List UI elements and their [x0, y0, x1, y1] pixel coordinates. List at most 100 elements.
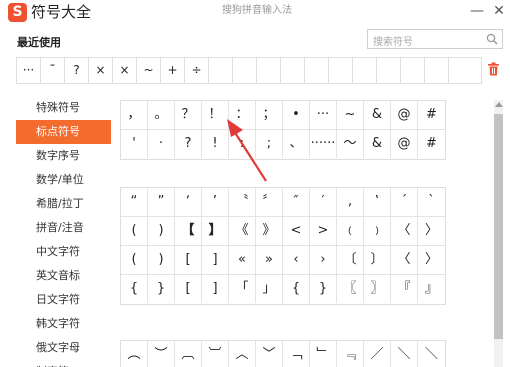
symbol-cell[interactable]: @ [391, 130, 418, 158]
symbol-cell[interactable]: 〉 [418, 246, 445, 274]
symbol-cell[interactable]: 〞 [256, 188, 283, 216]
symbol-cell[interactable]: ‚ [337, 188, 364, 216]
symbol-cell[interactable]: 《 [229, 217, 256, 245]
scroll-thumb[interactable] [494, 114, 503, 339]
recent-symbol-cell[interactable] [329, 58, 353, 83]
recent-symbol-cell[interactable] [257, 58, 281, 83]
symbol-cell[interactable]: 】 [202, 217, 229, 245]
symbol-cell[interactable]: > [310, 217, 337, 245]
symbol-cell[interactable]: # [418, 130, 445, 158]
symbol-cell[interactable]: ﹃ [337, 341, 364, 367]
symbol-cell[interactable]: ( [121, 246, 148, 274]
symbol-cell[interactable]: » [256, 246, 283, 274]
symbol-cell[interactable]: ? [175, 130, 202, 158]
symbol-cell[interactable]: ; [256, 130, 283, 158]
symbol-cell[interactable]: 【 [175, 217, 202, 245]
sidebar-item[interactable]: 希腊/拉丁 [16, 192, 111, 216]
recent-symbol-cell[interactable] [281, 58, 305, 83]
recent-symbol-cell[interactable]: ~ [137, 58, 161, 83]
symbol-cell[interactable]: 。 [148, 101, 175, 129]
recent-symbol-cell[interactable] [425, 58, 449, 83]
symbol-cell[interactable]: 「 [229, 275, 256, 303]
sidebar-item[interactable]: 韩文字符 [16, 312, 111, 336]
symbol-cell[interactable]: ： [229, 101, 256, 129]
symbol-cell[interactable]: ︵ [121, 341, 148, 367]
symbol-cell[interactable]: ＼ [418, 341, 445, 367]
recent-symbol-cell[interactable] [233, 58, 257, 83]
recent-symbol-cell[interactable]: × [89, 58, 113, 83]
recent-symbol-cell[interactable] [401, 58, 425, 83]
search-input[interactable]: 搜索符号 [367, 29, 503, 49]
symbol-cell[interactable]: ) [148, 246, 175, 274]
symbol-cell[interactable]: ︶ [148, 341, 175, 367]
symbol-cell[interactable]: ； [256, 101, 283, 129]
sidebar-item[interactable]: 数学/单位 [16, 168, 111, 192]
recent-symbol-cell[interactable]: ˜ [41, 58, 65, 83]
trash-icon[interactable] [487, 62, 500, 76]
symbol-cell[interactable]: ] [202, 275, 229, 303]
sidebar-item[interactable]: 数字序号 [16, 144, 111, 168]
symbol-cell[interactable]: 〕 [364, 246, 391, 274]
search-icon[interactable] [486, 33, 498, 45]
symbol-cell[interactable]: ， [121, 101, 148, 129]
scroll-up-arrow-icon[interactable] [495, 102, 503, 107]
symbol-cell[interactable]: 〔 [337, 246, 364, 274]
symbol-cell[interactable]: ＼ [391, 341, 418, 367]
symbol-cell[interactable]: ··· [310, 101, 337, 129]
symbol-cell[interactable]: 〉 [418, 217, 445, 245]
symbol-cell[interactable]: ” [148, 188, 175, 216]
symbol-cell[interactable]: ] [202, 246, 229, 274]
symbol-cell[interactable]: & [364, 101, 391, 129]
recent-symbol-cell[interactable] [377, 58, 401, 83]
symbol-cell[interactable]: 〈 [391, 217, 418, 245]
symbol-cell[interactable]: ‹ [283, 246, 310, 274]
symbol-cell[interactable]: ～ [337, 130, 364, 158]
symbol-cell[interactable]: ······ [310, 130, 337, 158]
symbol-cell[interactable]: [ [175, 246, 202, 274]
symbol-cell[interactable]: { [283, 275, 310, 303]
symbol-cell[interactable]: 」 [256, 275, 283, 303]
recent-symbol-cell[interactable] [353, 58, 377, 83]
symbol-cell[interactable]: « [229, 246, 256, 274]
symbol-cell[interactable]: ′ [310, 188, 337, 216]
sidebar-item[interactable]: 日文字符 [16, 288, 111, 312]
symbol-cell[interactable]: 『 [391, 275, 418, 303]
symbol-cell[interactable]: ˋ [418, 188, 445, 216]
symbol-cell[interactable]: ( [121, 217, 148, 245]
sidebar-item[interactable]: 特殊符号 [16, 96, 111, 120]
symbol-cell[interactable]: ' [121, 130, 148, 158]
symbol-cell[interactable]: ？ [175, 101, 202, 129]
symbol-cell[interactable]: @ [391, 101, 418, 129]
symbol-cell[interactable]: ／ [364, 341, 391, 367]
symbol-cell[interactable]: 〗 [364, 275, 391, 303]
symbol-cell[interactable]: ︺ [202, 341, 229, 367]
symbol-cell[interactable]: ﹂ [310, 341, 337, 367]
symbol-cell[interactable]: [ [175, 275, 202, 303]
symbol-cell[interactable]: ’ [202, 188, 229, 216]
symbol-cell[interactable]: ~ [337, 101, 364, 129]
symbol-cell[interactable]: } [148, 275, 175, 303]
symbol-cell[interactable]: 』 [418, 275, 445, 303]
symbol-cell[interactable]: 〖 [337, 275, 364, 303]
symbol-cell[interactable]: ︿ [229, 341, 256, 367]
sidebar-item[interactable]: 中文字符 [16, 240, 111, 264]
symbol-cell[interactable]: & [364, 130, 391, 158]
symbol-cell[interactable]: ´ [391, 188, 418, 216]
symbol-cell[interactable]: ﹀ [256, 341, 283, 367]
sidebar-item[interactable]: 英文音标 [16, 264, 111, 288]
sidebar-item[interactable]: 制表符 [16, 360, 111, 367]
symbol-cell[interactable]: 》 [256, 217, 283, 245]
scrollbar[interactable] [494, 100, 503, 367]
recent-symbol-cell[interactable]: ··· [17, 58, 41, 83]
symbol-cell[interactable]: 、 [283, 130, 310, 158]
minimize-button[interactable]: — [469, 2, 485, 20]
symbol-cell[interactable]: › [310, 246, 337, 274]
recent-symbol-cell[interactable]: ? [65, 58, 89, 83]
recent-symbol-cell[interactable]: × [113, 58, 137, 83]
symbol-cell[interactable]: ) [148, 217, 175, 245]
symbol-cell[interactable]: ！ [202, 101, 229, 129]
sidebar-item[interactable]: 俄文字母 [16, 336, 111, 360]
symbol-cell[interactable]: < [283, 217, 310, 245]
recent-symbol-cell[interactable]: ÷ [185, 58, 209, 83]
symbol-cell[interactable]: # [418, 101, 445, 129]
